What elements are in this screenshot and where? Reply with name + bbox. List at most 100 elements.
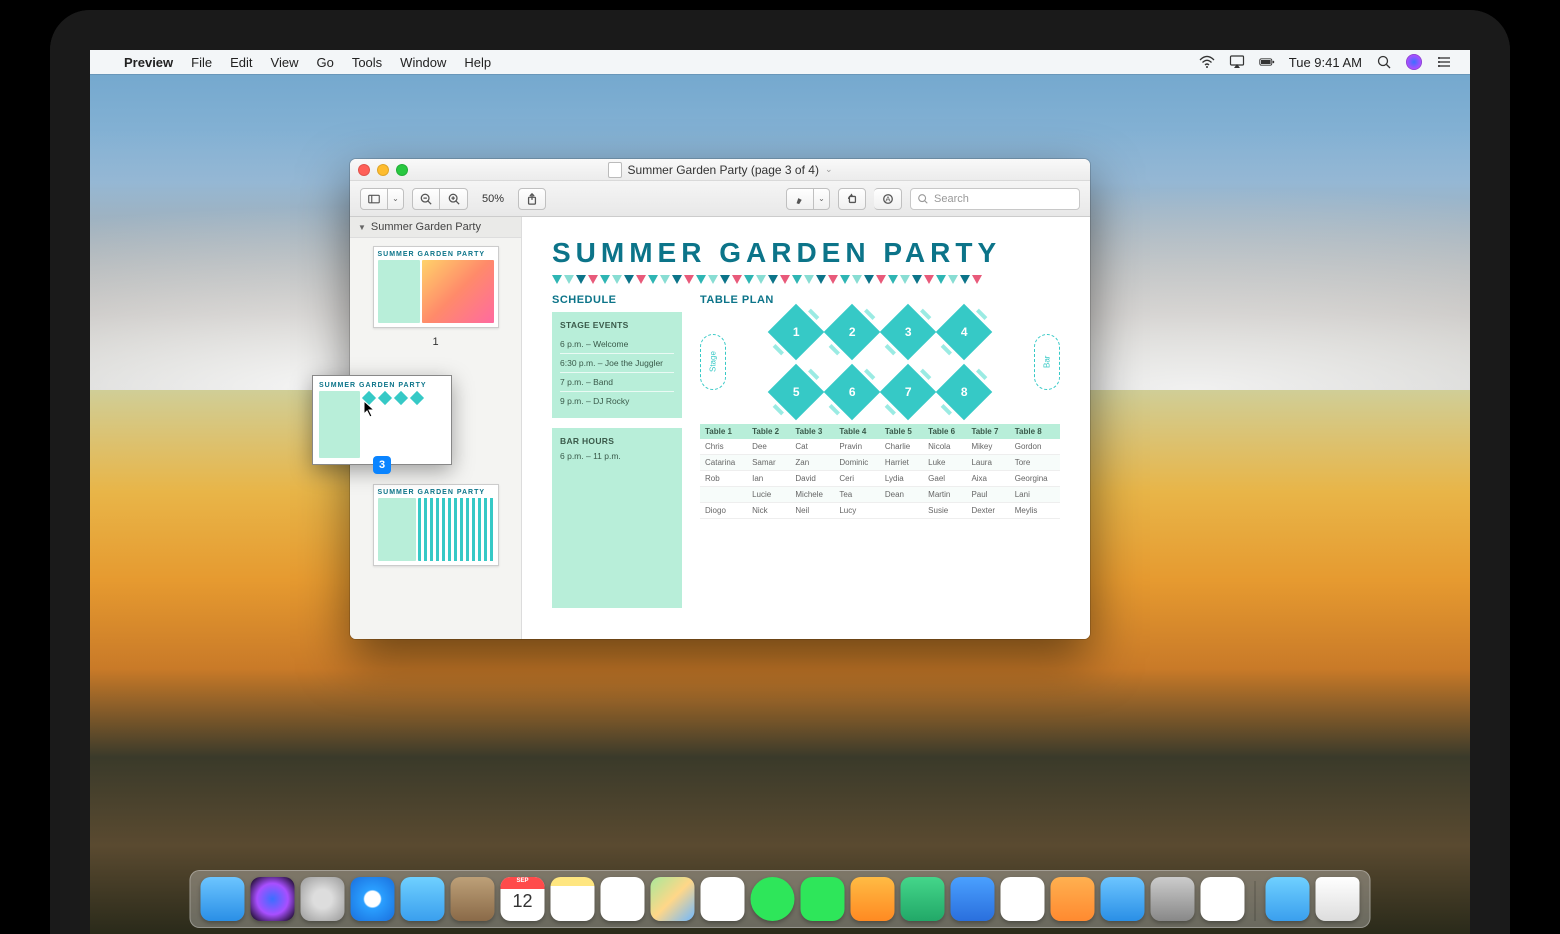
window-title: Summer Garden Party (page 3 of 4) bbox=[628, 163, 819, 177]
dock-notes-icon[interactable] bbox=[551, 877, 595, 921]
bar-hours-panel: BAR HOURS 6 p.m. – 11 p.m. bbox=[552, 428, 682, 608]
window-menu[interactable]: Window bbox=[400, 55, 446, 70]
drag-page-badge: 3 bbox=[373, 456, 391, 474]
stage-event: 6:30 p.m. – Joe the Juggler bbox=[560, 353, 674, 372]
airplay-icon[interactable] bbox=[1229, 54, 1245, 70]
window-titlebar[interactable]: Summer Garden Party (page 3 of 4) ⌄ bbox=[350, 159, 1090, 181]
markup-button[interactable]: A bbox=[874, 188, 902, 210]
highlight-button[interactable] bbox=[786, 188, 814, 210]
tools-menu[interactable]: Tools bbox=[352, 55, 382, 70]
rotate-button[interactable] bbox=[838, 188, 866, 210]
stage-box: Stage bbox=[700, 334, 726, 390]
seating-header: Table 3 bbox=[790, 424, 834, 439]
table-3: 3 bbox=[880, 304, 937, 361]
dock-appstore-icon[interactable] bbox=[1101, 877, 1145, 921]
spotlight-icon[interactable] bbox=[1376, 54, 1392, 70]
dock-safari-icon[interactable] bbox=[351, 877, 395, 921]
dock-contacts-icon[interactable] bbox=[451, 877, 495, 921]
document-proxy-icon[interactable] bbox=[608, 162, 622, 178]
seating-header: Table 8 bbox=[1010, 424, 1060, 439]
seating-header: Table 5 bbox=[880, 424, 923, 439]
doc-title: SUMMER GARDEN PARTY bbox=[552, 237, 1060, 269]
dock-launchpad-icon[interactable] bbox=[301, 877, 345, 921]
table-row: RobIanDavidCeriLydiaGaelAixaGeorgina bbox=[700, 471, 1060, 487]
seating-header: Table 2 bbox=[747, 424, 790, 439]
zoom-in-button[interactable] bbox=[440, 188, 468, 210]
cursor-icon bbox=[363, 400, 377, 418]
seating-header: Table 4 bbox=[834, 424, 880, 439]
table-8: 8 bbox=[936, 364, 993, 421]
seating-header: Table 6 bbox=[923, 424, 966, 439]
seating-header: Table 1 bbox=[700, 424, 747, 439]
tableplan-heading: TABLE PLAN bbox=[700, 294, 1060, 306]
search-icon bbox=[917, 193, 929, 205]
table-2: 2 bbox=[824, 304, 881, 361]
dock-trash-icon[interactable] bbox=[1316, 877, 1360, 921]
share-button[interactable] bbox=[518, 188, 546, 210]
dock-siri-icon[interactable] bbox=[251, 877, 295, 921]
help-menu[interactable]: Help bbox=[464, 55, 491, 70]
notification-center-icon[interactable] bbox=[1436, 54, 1452, 70]
dock-pages-icon[interactable] bbox=[851, 877, 895, 921]
stage-events-panel: STAGE EVENTS 6 p.m. – Welcome 6:30 p.m. … bbox=[552, 312, 682, 418]
dock-sysprefs-icon[interactable] bbox=[1151, 877, 1195, 921]
highlight-menu-button[interactable]: ⌄ bbox=[814, 188, 830, 210]
svg-text:A: A bbox=[885, 194, 891, 203]
app-menu[interactable]: Preview bbox=[124, 55, 173, 70]
dock-keynote-icon[interactable] bbox=[951, 877, 995, 921]
toolbar: ⌄ 50% bbox=[350, 181, 1090, 217]
file-menu[interactable]: File bbox=[191, 55, 212, 70]
wifi-icon[interactable] bbox=[1199, 54, 1215, 70]
stage-event: 7 p.m. – Band bbox=[560, 372, 674, 391]
dock-numbers-icon[interactable] bbox=[901, 877, 945, 921]
schedule-heading: SCHEDULE bbox=[552, 294, 682, 306]
search-placeholder: Search bbox=[934, 193, 969, 205]
zoom-out-button[interactable] bbox=[412, 188, 440, 210]
dock-separator bbox=[1255, 881, 1256, 921]
menubar: Preview File Edit View Go Tools Window H… bbox=[90, 50, 1470, 74]
dock-calendar-icon[interactable]: SEP12 bbox=[501, 877, 545, 921]
zoom-level: 50% bbox=[476, 193, 510, 205]
title-menu-chevron-icon[interactable]: ⌄ bbox=[825, 164, 833, 175]
dock-facetime-icon[interactable] bbox=[801, 877, 845, 921]
dock-ibooks-icon[interactable] bbox=[1051, 877, 1095, 921]
go-menu[interactable]: Go bbox=[316, 55, 333, 70]
sidebar-document-header[interactable]: Summer Garden Party bbox=[350, 217, 521, 238]
view-menu[interactable]: View bbox=[271, 55, 299, 70]
dock-finder-icon[interactable] bbox=[201, 877, 245, 921]
dock-maps-icon[interactable] bbox=[651, 877, 695, 921]
desktop: Preview File Edit View Go Tools Window H… bbox=[90, 50, 1470, 934]
clock[interactable]: Tue 9:41 AM bbox=[1289, 55, 1362, 70]
bunting-decoration bbox=[552, 275, 1060, 284]
dock-preview-icon[interactable] bbox=[1201, 877, 1245, 921]
dock-photos-icon[interactable] bbox=[701, 877, 745, 921]
page-thumbnail-1[interactable]: SUMMER GARDEN PARTY bbox=[373, 246, 499, 328]
siri-icon[interactable] bbox=[1406, 54, 1422, 70]
document-page[interactable]: SUMMER GARDEN PARTY SCHEDULE STAGE EVENT… bbox=[522, 217, 1090, 639]
zoom-button[interactable] bbox=[396, 164, 408, 176]
minimize-button[interactable] bbox=[377, 164, 389, 176]
search-field[interactable]: Search bbox=[910, 188, 1080, 210]
dragging-thumbnail[interactable]: SUMMER GARDEN PARTY 3 bbox=[312, 375, 452, 465]
table-6: 6 bbox=[824, 364, 881, 421]
dock-mail-icon[interactable] bbox=[401, 877, 445, 921]
table-5: 5 bbox=[768, 364, 825, 421]
table-row: LucieMicheleTeaDeanMartinPaulLani bbox=[700, 487, 1060, 503]
sidebar-view-button[interactable] bbox=[360, 188, 388, 210]
table-row: DiogoNickNeilLucySusieDexterMeylis bbox=[700, 503, 1060, 519]
dock-downloads-icon[interactable] bbox=[1266, 877, 1310, 921]
edit-menu[interactable]: Edit bbox=[230, 55, 252, 70]
dock-messages-icon[interactable] bbox=[751, 877, 795, 921]
table-7: 7 bbox=[880, 364, 937, 421]
dock-reminders-icon[interactable] bbox=[601, 877, 645, 921]
table-4: 4 bbox=[936, 304, 993, 361]
page-thumbnail-4[interactable]: SUMMER GARDEN PARTY bbox=[373, 484, 499, 566]
sidebar-view-menu-button[interactable]: ⌄ bbox=[388, 188, 404, 210]
close-button[interactable] bbox=[358, 164, 370, 176]
battery-icon[interactable] bbox=[1259, 54, 1275, 70]
preview-window: Summer Garden Party (page 3 of 4) ⌄ ⌄ bbox=[350, 159, 1090, 639]
stage-event: 6 p.m. – Welcome bbox=[560, 335, 674, 353]
stage-event: 9 p.m. – DJ Rocky bbox=[560, 391, 674, 410]
seating-table: Table 1Table 2Table 3Table 4Table 5Table… bbox=[700, 424, 1060, 519]
dock-itunes-icon[interactable] bbox=[1001, 877, 1045, 921]
